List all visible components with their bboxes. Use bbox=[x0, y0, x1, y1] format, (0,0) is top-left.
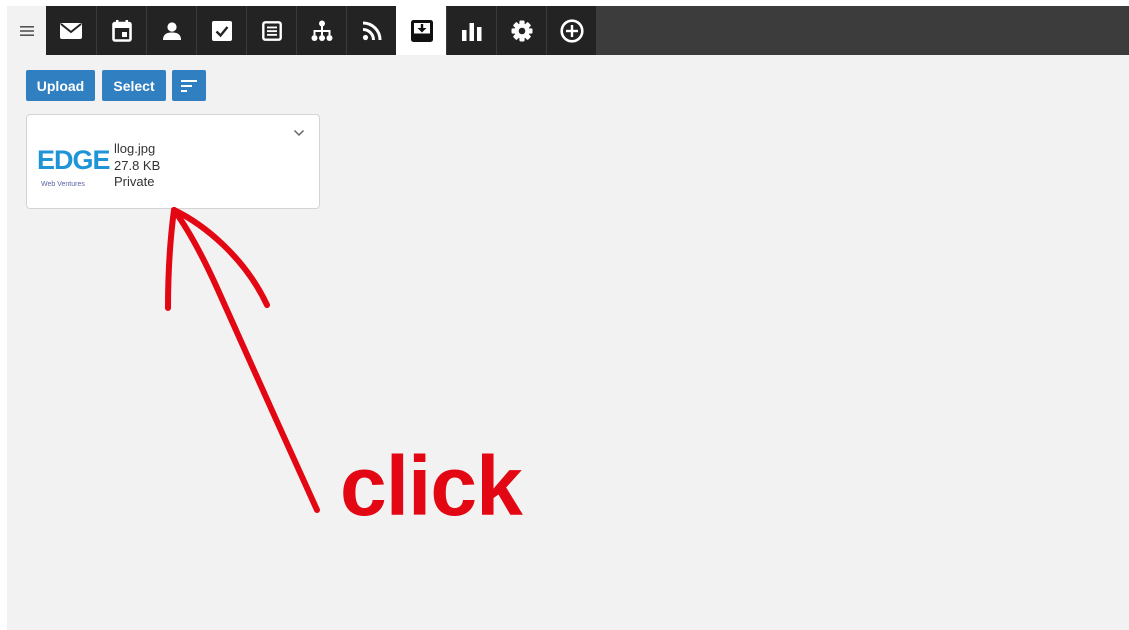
toolbar-tabs bbox=[46, 6, 596, 55]
tab-tasks[interactable] bbox=[196, 6, 246, 55]
thumbnail-tagline: Web Ventures bbox=[41, 181, 85, 188]
thumbnail-logo: EDGE bbox=[37, 145, 111, 175]
file-visibility: Private bbox=[114, 174, 155, 189]
select-button[interactable]: Select bbox=[102, 70, 166, 101]
top-toolbar bbox=[7, 6, 1129, 55]
menu-button[interactable] bbox=[7, 6, 46, 55]
gear-icon bbox=[511, 20, 532, 41]
tab-add[interactable] bbox=[546, 6, 596, 55]
plus-circle-icon bbox=[559, 18, 584, 43]
chevron-down-icon[interactable] bbox=[292, 128, 306, 138]
upload-button[interactable]: Upload bbox=[26, 70, 95, 101]
file-card[interactable]: EDGE Web Ventures llog.jpg 27.8 KB Priva… bbox=[26, 114, 320, 209]
tab-files[interactable] bbox=[396, 6, 446, 55]
sort-button[interactable] bbox=[172, 70, 206, 101]
mail-icon bbox=[60, 22, 82, 39]
file-size: 27.8 KB bbox=[114, 157, 161, 173]
calendar-icon bbox=[111, 19, 132, 42]
tab-contacts[interactable] bbox=[146, 6, 196, 55]
document-icon bbox=[261, 20, 282, 41]
tab-feeds[interactable] bbox=[346, 6, 396, 55]
file-thumbnail[interactable]: EDGE Web Ventures bbox=[37, 143, 113, 197]
file-meta: llog.jpg 27.8 KB Private bbox=[114, 141, 160, 191]
tab-sitemap[interactable] bbox=[296, 6, 346, 55]
tab-mail[interactable] bbox=[46, 6, 96, 55]
tab-documents[interactable] bbox=[246, 6, 296, 55]
tab-reports[interactable] bbox=[446, 6, 496, 55]
sitemap-icon bbox=[311, 20, 332, 41]
app-frame: Upload Select EDGE Web Ventures llog.jpg… bbox=[7, 6, 1129, 630]
annotation-label: click bbox=[340, 439, 523, 533]
inbox-download-icon bbox=[410, 19, 433, 42]
file-name: llog.jpg bbox=[114, 141, 156, 156]
tab-settings[interactable] bbox=[496, 6, 546, 55]
checkbox-icon bbox=[211, 20, 232, 41]
tab-calendar[interactable] bbox=[96, 6, 146, 55]
hamburger-icon bbox=[19, 25, 34, 36]
sort-icon bbox=[181, 79, 197, 92]
person-icon bbox=[162, 21, 181, 40]
bar-chart-icon bbox=[461, 22, 481, 41]
rss-icon bbox=[362, 21, 381, 40]
